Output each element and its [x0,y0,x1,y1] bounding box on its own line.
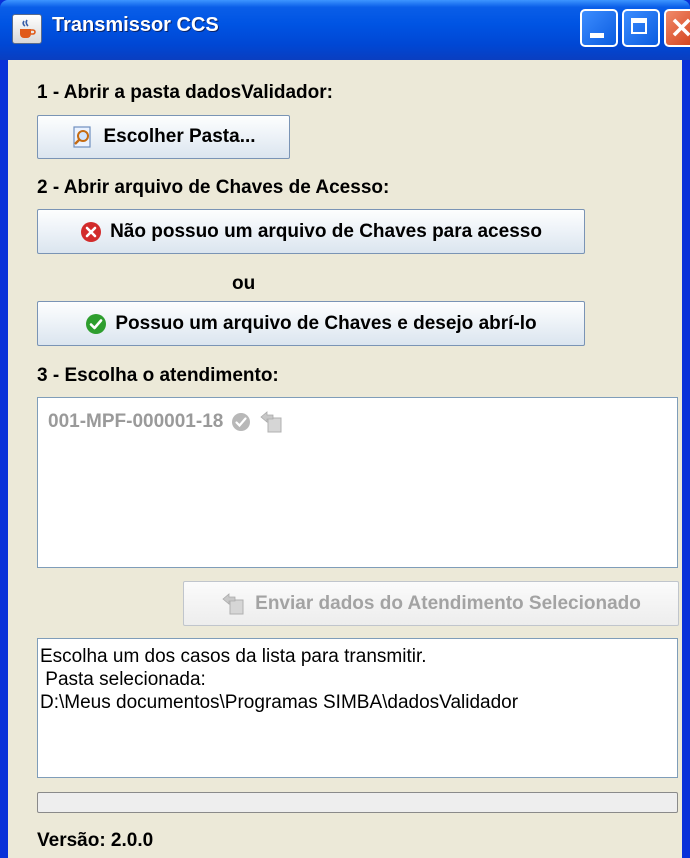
title-bar[interactable]: Transmissor CCS × [0,0,690,60]
java-coffee-icon [12,14,42,44]
has-keys-label: Possuo um arquivo de Chaves e desejo abr… [115,312,537,334]
send-selected-button[interactable]: Enviar dados do Atendimento Selecionado [183,581,679,626]
check-icon-disabled [232,413,251,431]
send-document-icon [222,592,244,614]
step2-label: 2 - Abrir arquivo de Chaves de Acesso: [37,177,390,198]
step1-label: 1 - Abrir a pasta dadosValidador: [37,82,333,103]
log-line: D:\Meus documentos\Programas SIMBA\dados… [40,692,519,713]
minimize-icon [590,33,604,38]
log-textarea[interactable]: Escolha um dos casos da lista para trans… [37,638,678,778]
close-button[interactable]: × [664,9,690,47]
send-selected-label: Enviar dados do Atendimento Selecionado [255,592,641,614]
minimize-button[interactable] [580,9,618,47]
app-window: Transmissor CCS × 1 - Abrir a pasta dado… [0,0,690,858]
has-keys-button[interactable]: Possuo um arquivo de Chaves e desejo abr… [37,301,585,346]
step3-label: 3 - Escolha o atendimento: [37,365,279,386]
progress-bar [37,792,678,813]
choose-folder-label: Escolher Pasta... [103,126,256,147]
log-line: Escolha um dos casos da lista para trans… [40,646,427,667]
window-title: Transmissor CCS [52,14,219,36]
no-keys-button[interactable]: Não possuo um arquivo de Chaves para ace… [37,209,585,254]
maximize-button[interactable] [622,9,660,47]
check-icon [86,313,107,334]
client-area: 1 - Abrir a pasta dadosValidador: Escolh… [8,60,682,858]
maximize-icon [631,18,647,34]
no-keys-label: Não possuo um arquivo de Chaves para ace… [110,220,542,242]
version-label: Versão: 2.0.0 [37,830,154,851]
atendimento-list[interactable]: 001-MPF-000001-18 [37,397,678,568]
or-label: ou [232,273,256,294]
list-item[interactable]: 001-MPF-000001-18 [48,410,285,434]
log-line: Pasta selecionada: [40,669,206,690]
atendimento-id: 001-MPF-000001-18 [48,411,224,432]
send-document-icon [260,411,282,433]
folder-search-icon [73,126,92,148]
choose-folder-button[interactable]: Escolher Pasta... [37,115,290,159]
close-icon: × [669,10,690,45]
error-x-icon [81,221,102,242]
